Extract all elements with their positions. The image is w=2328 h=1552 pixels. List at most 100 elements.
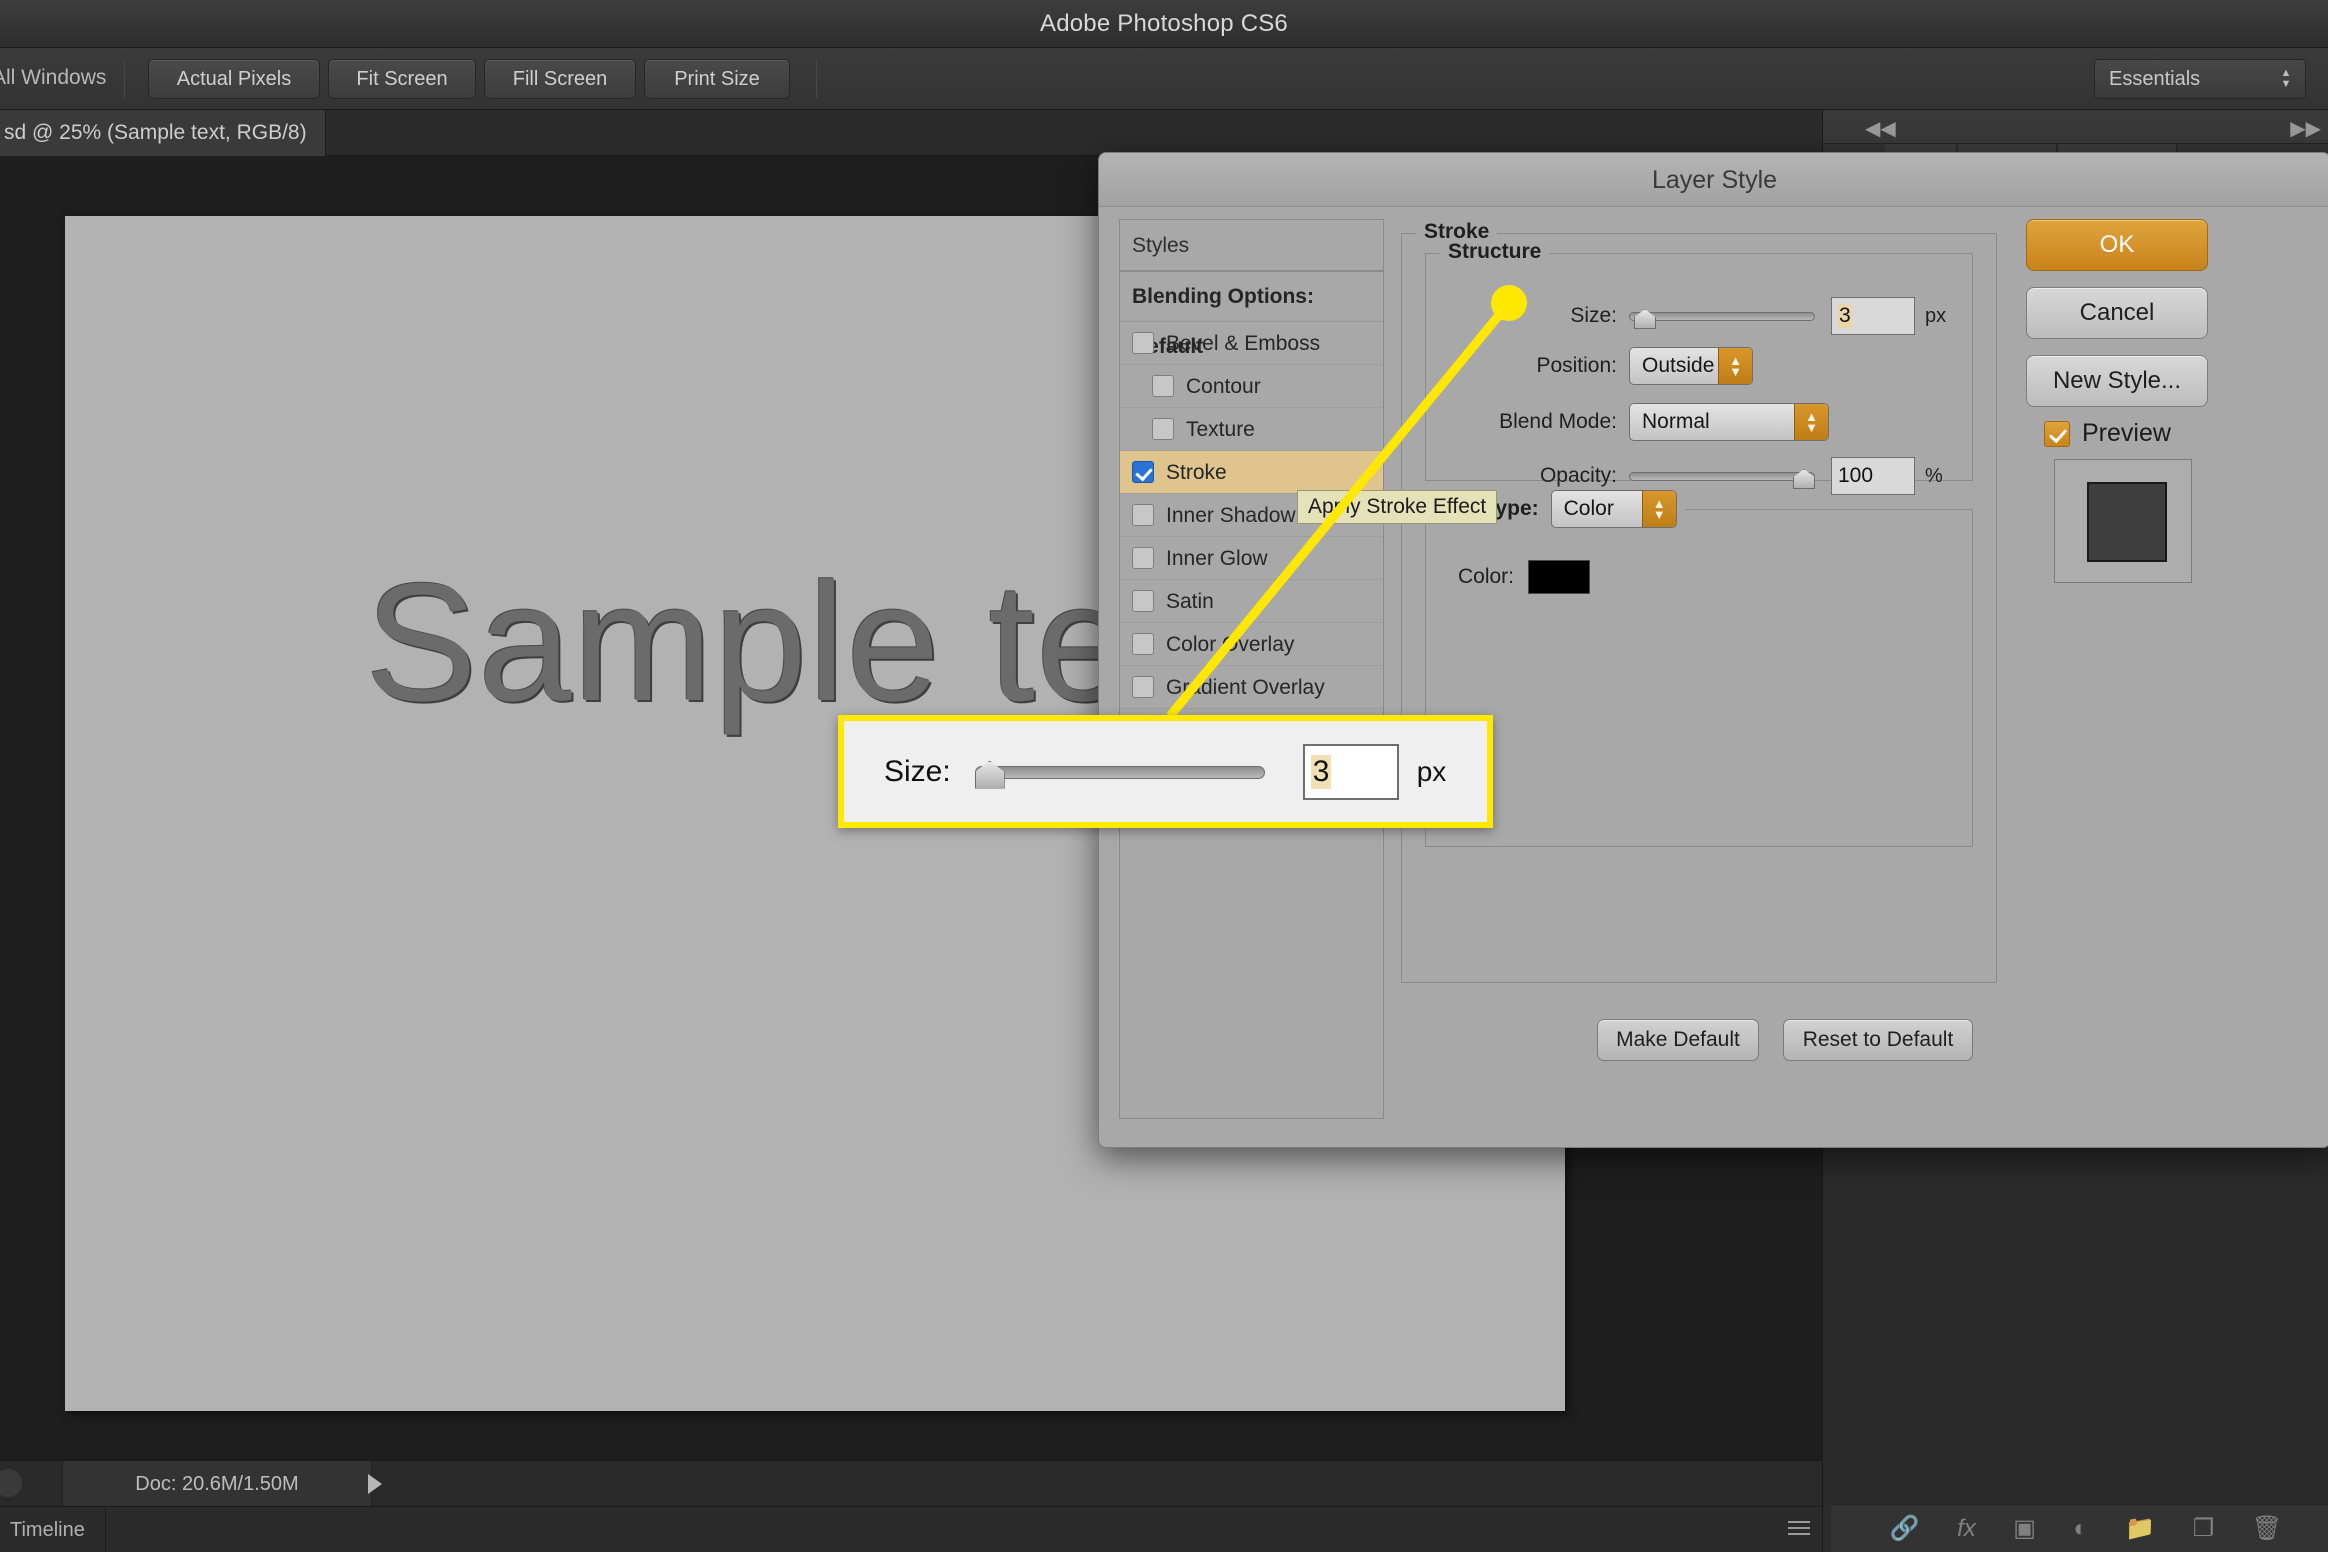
size-input[interactable]: 3 <box>1831 297 1915 335</box>
position-row: Position: Outside ▲ ▼ <box>1425 347 1973 385</box>
ok-button[interactable]: OK <box>2026 219 2208 271</box>
timeline-bar: Timeline <box>0 1506 1822 1552</box>
opacity-label: Opacity: <box>1539 464 1617 487</box>
styles-list-header[interactable]: Styles <box>1120 220 1383 272</box>
style-item-label: Gradient Overlay <box>1166 675 1325 699</box>
dock-collapse-bar[interactable]: ◀◀ ▶▶ <box>1823 110 2328 144</box>
color-label: Color: <box>1457 565 1514 588</box>
blend-mode-row: Blend Mode: Normal ▲ ▼ <box>1425 403 1973 441</box>
blend-mode-select[interactable]: Normal ▲ ▼ <box>1629 403 1829 441</box>
chevron-updown-icon[interactable]: ▲ ▼ <box>1794 404 1828 440</box>
checkbox-texture[interactable] <box>1152 418 1174 440</box>
timeline-tab[interactable]: Timeline <box>0 1507 106 1552</box>
preview-checkbox[interactable] <box>2044 420 2070 447</box>
style-item-color-overlay[interactable]: Color Overlay <box>1120 623 1383 666</box>
size-row: Size: 3 px <box>1425 297 1973 335</box>
fx-icon[interactable]: fx <box>1957 1515 1976 1543</box>
blending-options-item[interactable]: Blending Options: Default <box>1120 272 1383 358</box>
checkbox-inner-shadow[interactable] <box>1132 504 1154 526</box>
checkbox-color-overlay[interactable] <box>1132 633 1154 655</box>
document-tabbar: sd @ 25% (Sample text, RGB/8) <box>0 110 1822 156</box>
callout-size-value: 3 <box>1310 754 1332 789</box>
checkbox-bevel-emboss[interactable] <box>1132 332 1154 354</box>
status-bar: Doc: 20.6M/1.50M <box>0 1460 1822 1507</box>
reset-to-default-button[interactable]: Reset to Default <box>1783 1019 1973 1061</box>
dialog-actions: OK Cancel New Style... Preview <box>2014 219 2314 1119</box>
style-item-label: Inner Shadow <box>1166 503 1296 527</box>
size-label: Size: <box>1570 304 1617 327</box>
style-item-gradient-overlay[interactable]: Gradient Overlay <box>1120 666 1383 709</box>
preview-toggle[interactable]: Preview <box>2044 419 2171 448</box>
blend-mode-label: Blend Mode: <box>1499 410 1617 433</box>
adjustment-icon[interactable]: ◐ <box>2073 1515 2088 1543</box>
callout-size-slider[interactable] <box>974 760 1265 789</box>
checkbox-inner-glow[interactable] <box>1132 547 1154 569</box>
toolbar-separator-2 <box>816 60 817 98</box>
style-item-label: Stroke <box>1166 460 1227 484</box>
fill-screen-button[interactable]: Fill Screen <box>484 59 636 99</box>
make-default-button[interactable]: Make Default <box>1597 1019 1759 1061</box>
link-icon[interactable]: 🔗 <box>1890 1514 1920 1543</box>
document-tab[interactable]: sd @ 25% (Sample text, RGB/8) <box>0 110 326 156</box>
expand-right-icon[interactable]: ▶▶ <box>2290 116 2321 141</box>
layer-style-dialog: Layer Style Styles Blending Options: Def… <box>1098 152 2328 1148</box>
style-preview-thumbnail <box>2087 482 2167 562</box>
style-item-label: Contour <box>1186 374 1261 398</box>
opacity-slider-track[interactable] <box>1629 472 1815 481</box>
styles-list-empty-space <box>1120 709 1383 1552</box>
size-slider-track[interactable] <box>1629 312 1815 321</box>
checkbox-satin[interactable] <box>1132 590 1154 612</box>
size-slider[interactable] <box>1629 308 1815 329</box>
callout-slider-thumb[interactable] <box>974 760 1005 789</box>
new-style-button[interactable]: New Style... <box>2026 355 2208 407</box>
app-title: Adobe Photoshop CS6 <box>1040 10 1288 37</box>
callout-size-label: Size: <box>884 754 951 788</box>
workspace-select[interactable]: Essentials ▲ ▼ <box>2094 59 2306 99</box>
collapse-left-icon[interactable]: ◀◀ <box>1865 116 1896 141</box>
status-expand-icon[interactable] <box>368 1474 382 1494</box>
size-input-value: 3 <box>1838 304 1852 328</box>
color-row: Color: <box>1444 560 1590 594</box>
trash-icon[interactable]: 🗑 <box>2252 1514 2282 1543</box>
chevron-updown-icon: ▲ ▼ <box>2280 67 2292 90</box>
blend-mode-value: Normal <box>1642 410 1710 433</box>
style-item-inner-glow[interactable]: Inner Glow <box>1120 537 1383 580</box>
callout-size-unit: px <box>1416 755 1447 787</box>
position-label: Position: <box>1536 354 1617 377</box>
opacity-slider[interactable] <box>1629 468 1815 489</box>
fill-type-select[interactable]: Color ▲ ▼ <box>1550 490 1677 528</box>
mask-icon[interactable]: ▣ <box>2013 1514 2036 1543</box>
folder-icon[interactable]: 📁 <box>2125 1514 2155 1543</box>
checkbox-contour[interactable] <box>1152 375 1174 397</box>
canvas-sample-text: Sample tex <box>365 548 1216 736</box>
stroke-color-swatch[interactable] <box>1528 560 1590 594</box>
timeline-menu-icon[interactable] <box>1788 1521 1810 1539</box>
tooltip: Apply Stroke Effect <box>1297 490 1498 524</box>
style-item-texture[interactable]: Texture <box>1120 408 1383 451</box>
checkbox-stroke[interactable] <box>1132 461 1154 483</box>
chevron-updown-icon[interactable]: ▲ ▼ <box>1718 348 1752 384</box>
layers-panel-footer: 🔗 fx ▣ ◐ 📁 ❐ 🗑 <box>1831 1504 2328 1552</box>
fill-type-value: Color <box>1563 497 1614 520</box>
all-windows-label: All Windows <box>0 66 107 89</box>
fit-screen-button[interactable]: Fit Screen <box>328 59 476 99</box>
styles-list: Styles Blending Options: Default Bevel &… <box>1119 219 1384 1119</box>
cancel-button[interactable]: Cancel <box>2026 287 2208 339</box>
new-layer-icon[interactable]: ❐ <box>2193 1514 2215 1543</box>
stroke-settings-panel: Stroke Structure Size: 3 px Position: Ou… <box>1401 219 1997 1119</box>
callout-size-input[interactable]: 3 <box>1302 743 1399 800</box>
actual-pixels-button[interactable]: Actual Pixels <box>148 59 320 99</box>
style-item-stroke[interactable]: Stroke <box>1120 451 1383 494</box>
opacity-input[interactable]: 100 <box>1831 457 1915 495</box>
print-size-button[interactable]: Print Size <box>644 59 790 99</box>
fill-type-group: Fill Type: Color ▲▼ Color: <box>1425 490 1973 847</box>
position-select[interactable]: Outside ▲ ▼ <box>1629 347 1753 385</box>
zoom-indicator-icon <box>0 1469 22 1497</box>
checkbox-gradient-overlay[interactable] <box>1132 676 1154 698</box>
structure-group-label: Structure <box>1440 240 1550 264</box>
callout-slider-track[interactable] <box>974 765 1265 779</box>
status-doc-size: Doc: 20.6M/1.50M <box>62 1461 372 1507</box>
style-item-satin[interactable]: Satin <box>1120 580 1383 623</box>
chevron-updown-icon[interactable]: ▲ ▼ <box>1641 491 1676 527</box>
workspace-value: Essentials <box>2109 68 2201 90</box>
